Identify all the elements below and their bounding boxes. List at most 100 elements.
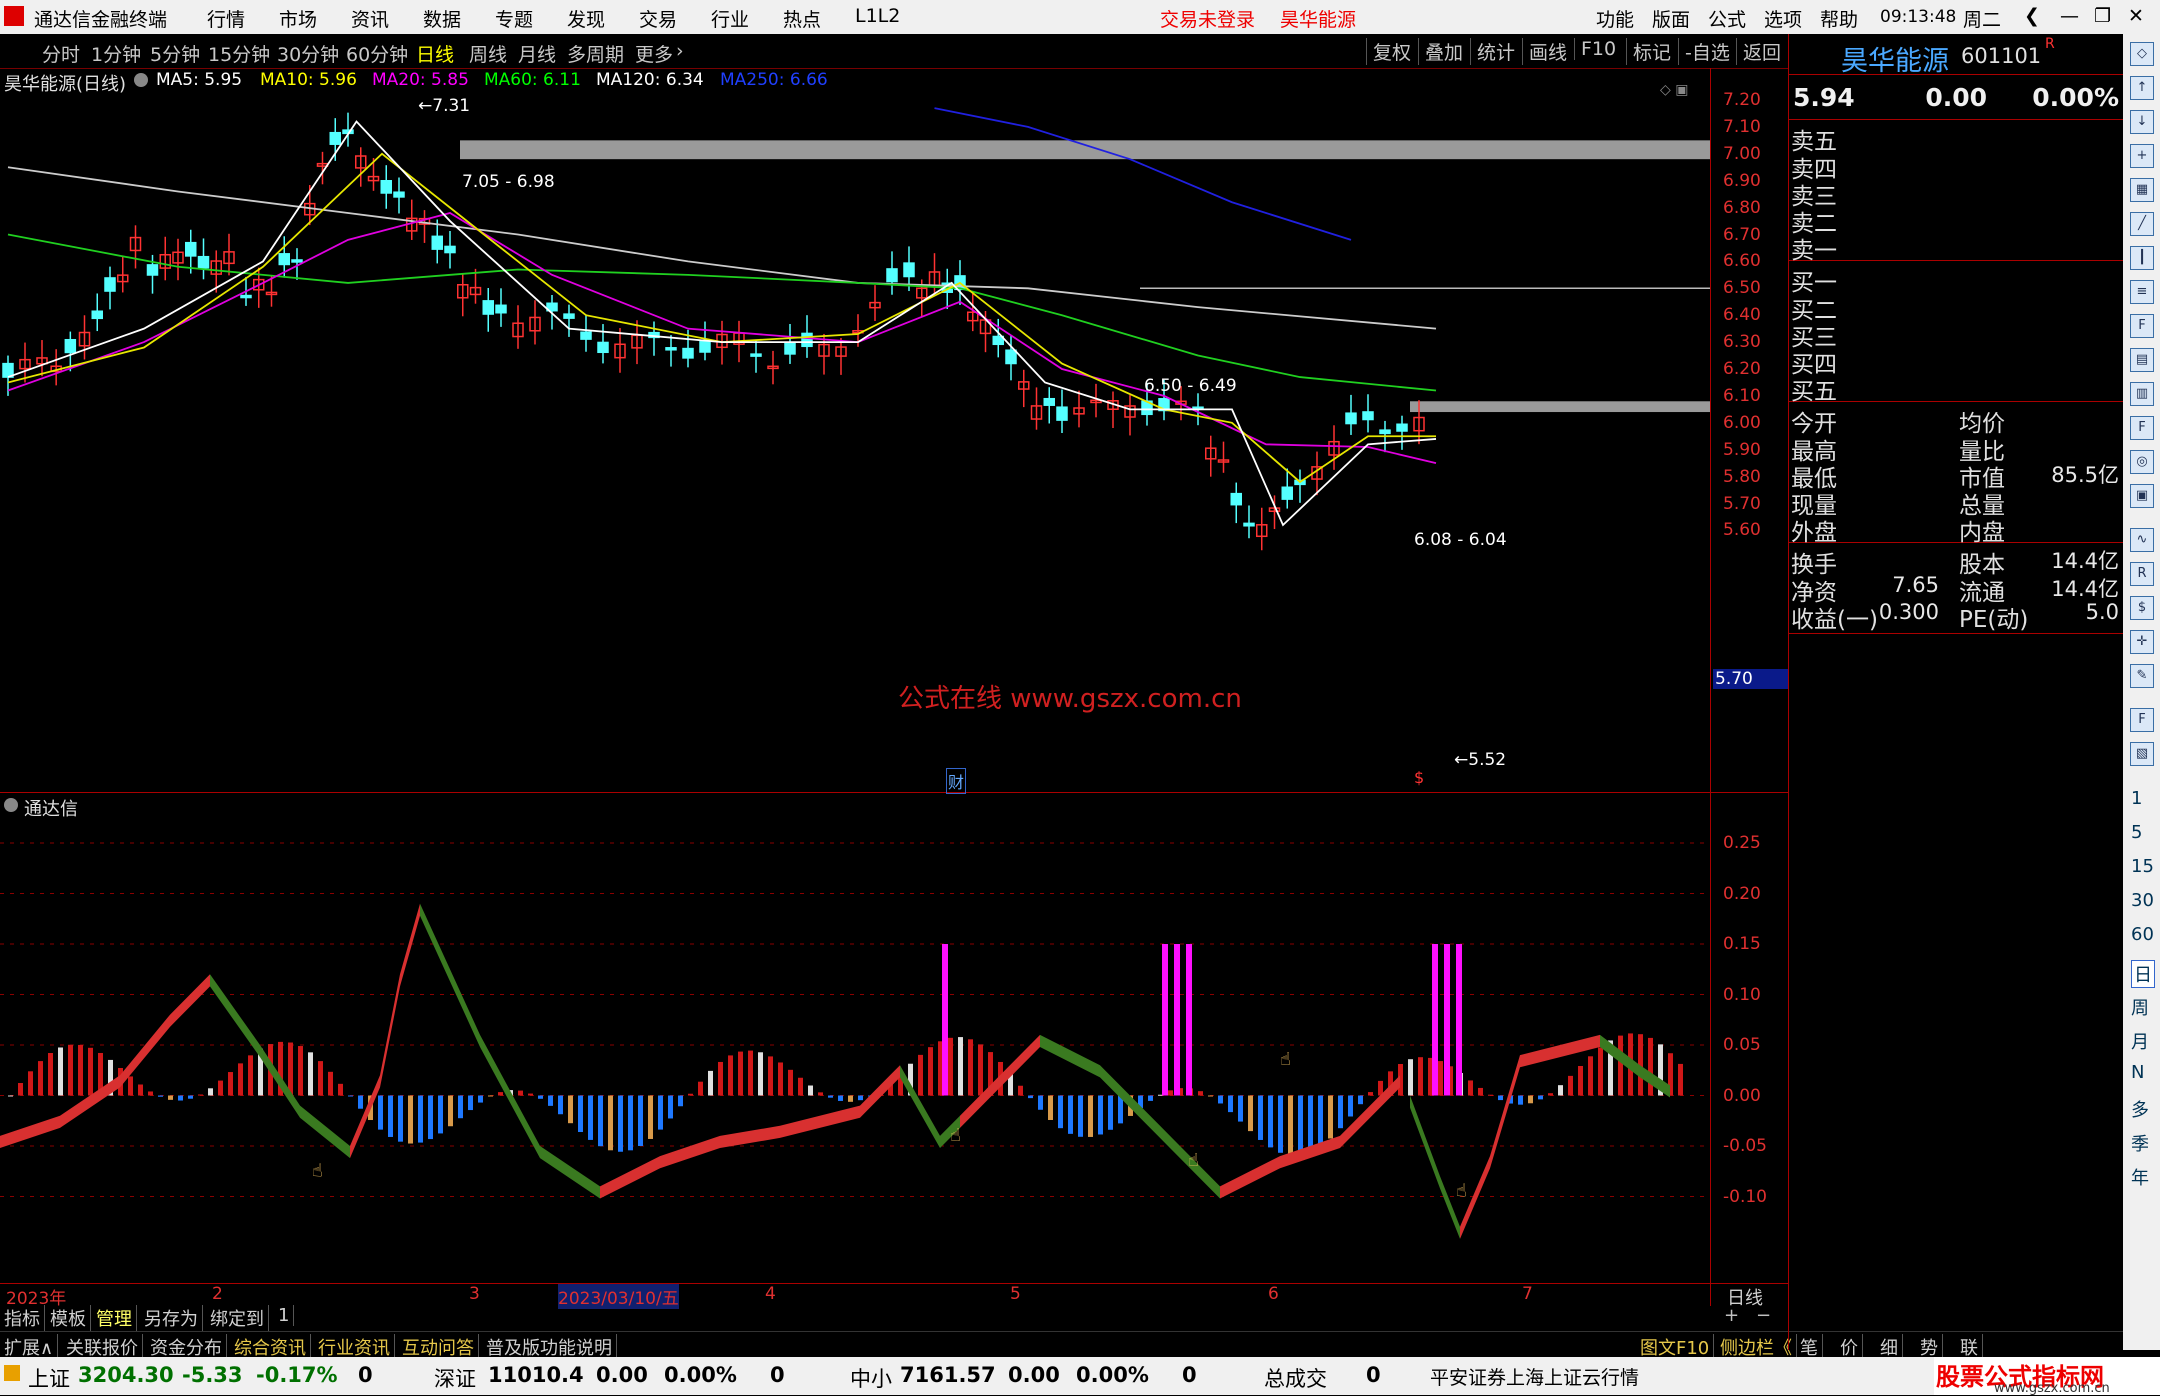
period-day-button[interactable]: 日 — [2131, 960, 2155, 988]
kline-icon[interactable]: ┃ — [2130, 246, 2154, 270]
menu-gongneng[interactable]: 功能 — [1596, 5, 1634, 32]
panel-collapse-icon[interactable]: ◇ ▣ — [1660, 82, 1688, 98]
dollar-icon[interactable]: $ — [2130, 596, 2154, 620]
collapse-arrow-icon[interactable]: ◇ — [2130, 42, 2154, 66]
period-fenshi[interactable]: 分时 — [42, 40, 80, 67]
tab-bangdingdao[interactable]: 绑定到 — [206, 1305, 269, 1331]
menu-hangye[interactable]: 行业 — [711, 5, 749, 32]
menu-faxian[interactable]: 发现 — [567, 5, 605, 32]
f10-icon[interactable]: F — [2130, 314, 2154, 338]
restore-icon[interactable]: ❐ — [2094, 5, 2111, 27]
period-daily[interactable]: 日线 — [416, 40, 454, 67]
menu-hangqing[interactable]: 行情 — [207, 5, 245, 32]
doc-icon[interactable]: ▥ — [2130, 382, 2154, 406]
kline-canvas[interactable] — [0, 68, 1710, 792]
menu-banmian[interactable]: 版面 — [1652, 5, 1690, 32]
pencil-icon[interactable]: ✎ — [2130, 664, 2154, 688]
tab-number[interactable]: 1 — [274, 1305, 295, 1326]
tab-guanli[interactable]: 管理 — [92, 1305, 137, 1331]
zx-index-name[interactable]: 中小 — [850, 1363, 892, 1393]
finance-event-marker[interactable]: 财 — [946, 768, 967, 794]
menu-zhuanti[interactable]: 专题 — [495, 5, 533, 32]
signal-bar — [1432, 944, 1438, 1096]
btn-fanhui[interactable]: 返回 — [1736, 38, 1787, 65]
broker-name[interactable]: 平安证券上海上证云行情 — [1430, 1363, 1639, 1390]
close-icon[interactable]: ✕ — [2128, 5, 2144, 27]
menu-zixun[interactable]: 资讯 — [351, 5, 389, 32]
btn-huaxian[interactable]: 画线 — [1522, 38, 1573, 65]
fs-icon[interactable]: F — [2130, 708, 2154, 732]
chevron-right-icon[interactable]: › — [676, 40, 684, 62]
btn-tongji[interactable]: 统计 — [1470, 38, 1521, 65]
menu-bangzhu[interactable]: 帮助 — [1820, 5, 1858, 32]
trade-status[interactable]: 交易未登录 — [1160, 5, 1255, 32]
dividend-event-marker[interactable]: $ — [1414, 768, 1424, 787]
plus-icon[interactable]: + — [2130, 144, 2154, 168]
indicator-histogram-bar — [688, 1093, 693, 1096]
indicator-chart[interactable]: ☝ ☝ ☝ ☝ ☝ 通达信 — [0, 793, 1710, 1283]
period-weekly[interactable]: 周线 — [469, 40, 507, 67]
minimize-icon[interactable]: — — [2060, 5, 2079, 27]
period-30-button[interactable]: 30 — [2131, 890, 2154, 911]
f2-icon[interactable]: F — [2130, 416, 2154, 440]
period-year-button[interactable]: 年 — [2131, 1164, 2149, 1190]
btn-biaoji[interactable]: 标记 — [1626, 38, 1677, 65]
sh-index-value: 3204.30 — [78, 1363, 174, 1387]
layout-icon[interactable]: ▣ — [2130, 484, 2154, 508]
btn-diejia[interactable]: 叠加 — [1418, 38, 1469, 65]
move-icon[interactable]: ✛ — [2130, 630, 2154, 654]
grid-icon[interactable]: ▤ — [2130, 348, 2154, 372]
period-1min[interactable]: 1分钟 — [91, 40, 141, 67]
menu-shichang[interactable]: 市场 — [279, 5, 317, 32]
list-icon[interactable]: ≡ — [2130, 280, 2154, 304]
period-multi[interactable]: 多周期 — [567, 40, 624, 67]
arrow-down-icon[interactable]: ↓ — [2130, 110, 2154, 134]
btn-zixuan[interactable]: -自选 — [1678, 38, 1736, 65]
period-15-button[interactable]: 15 — [2131, 856, 2154, 877]
rsi-icon[interactable]: R — [2130, 562, 2154, 586]
line-chart-icon[interactable]: ╱ — [2130, 212, 2154, 236]
tab-lingcunwei[interactable]: 另存为 — [140, 1305, 203, 1331]
period-multi-button[interactable]: 多 — [2131, 1096, 2149, 1122]
period-1-button[interactable]: 1 — [2131, 788, 2142, 809]
sz-index-name[interactable]: 深证 — [434, 1363, 476, 1393]
table-icon[interactable]: ▦ — [2130, 178, 2154, 202]
image-icon[interactable]: ▧ — [2130, 742, 2154, 766]
period-15min[interactable]: 15分钟 — [208, 40, 270, 67]
menu-l1l2[interactable]: L1L2 — [855, 5, 900, 27]
period-60min[interactable]: 60分钟 — [346, 40, 408, 67]
period-60-button[interactable]: 60 — [2131, 924, 2154, 945]
period-5min[interactable]: 5分钟 — [150, 40, 200, 67]
index-icon[interactable] — [4, 1365, 20, 1381]
zoom-out-icon[interactable]: − — [1756, 1305, 1771, 1326]
period-n-button[interactable]: N — [2131, 1062, 2144, 1083]
period-30min[interactable]: 30分钟 — [277, 40, 339, 67]
btn-f10[interactable]: F10 — [1574, 38, 1622, 60]
btn-fuquan[interactable]: 复权 — [1366, 38, 1417, 65]
arrow-up-icon[interactable]: ↑ — [2130, 76, 2154, 100]
candle-body — [431, 235, 443, 250]
settings-toggle-icon[interactable] — [134, 73, 148, 87]
menu-shuju[interactable]: 数据 — [423, 5, 461, 32]
period-monthly[interactable]: 月线 — [518, 40, 556, 67]
tab-moban[interactable]: 模板 — [46, 1305, 91, 1331]
indicator-canvas[interactable]: ☝ ☝ ☝ ☝ ☝ — [0, 793, 1710, 1283]
menu-gongshi[interactable]: 公式 — [1708, 5, 1746, 32]
indicator-toggle-icon[interactable] — [4, 798, 18, 812]
period-month-button[interactable]: 月 — [2131, 1028, 2149, 1054]
zoom-in-icon[interactable]: + — [1724, 1305, 1739, 1326]
period-5-button[interactable]: 5 — [2131, 822, 2142, 843]
sh-index-name[interactable]: 上证 — [28, 1363, 70, 1393]
back-arrow-icon[interactable]: ❮ — [2024, 5, 2040, 27]
menu-xuanxiang[interactable]: 选项 — [1764, 5, 1802, 32]
period-week-button[interactable]: 周 — [2131, 994, 2149, 1020]
tab-zhibiao[interactable]: 指标 — [0, 1305, 45, 1331]
kline-chart[interactable]: 昊华能源(日线) MA5: 5.95 MA10: 5.96 MA20: 5.85… — [0, 68, 1710, 794]
period-quarter-button[interactable]: 季 — [2131, 1130, 2149, 1156]
period-more[interactable]: 更多 — [635, 40, 673, 67]
target-icon[interactable]: ◎ — [2130, 450, 2154, 474]
wave-icon[interactable]: ∿ — [2130, 528, 2154, 552]
menu-jiaoyi[interactable]: 交易 — [639, 5, 677, 32]
indicator-histogram-bar — [1218, 1095, 1223, 1104]
menu-redian[interactable]: 热点 — [783, 5, 821, 32]
